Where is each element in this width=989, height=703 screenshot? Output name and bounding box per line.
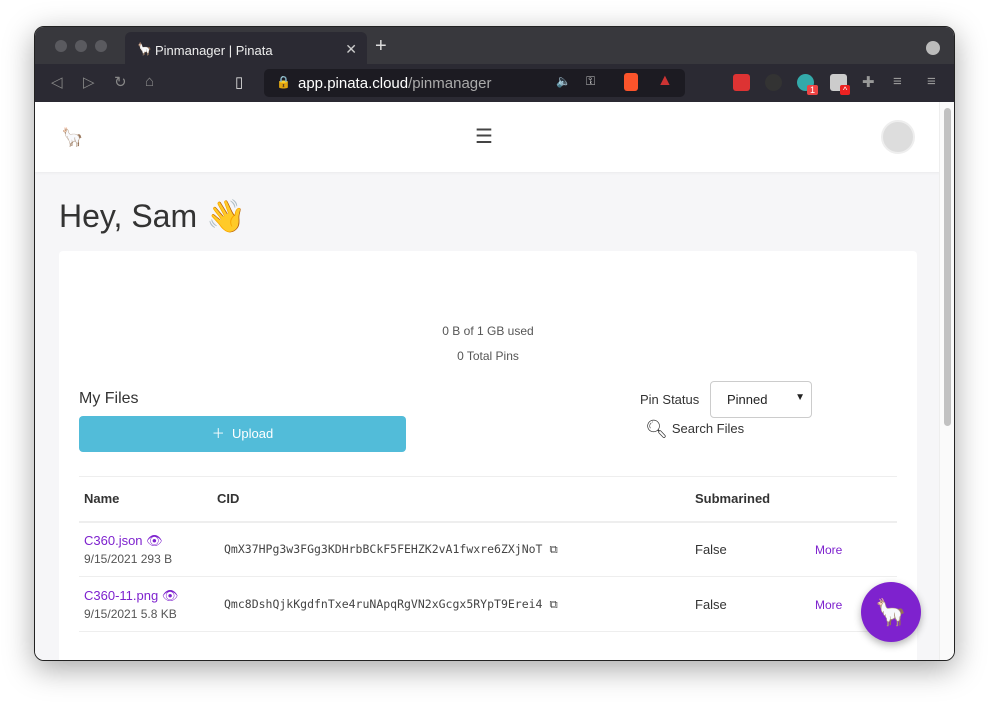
hamburger-menu-icon[interactable]: ☰ (475, 124, 493, 149)
brave-rewards-icon[interactable]: ▲ (657, 72, 673, 90)
close-window-button[interactable] (55, 40, 67, 52)
scrollbar-thumb[interactable] (944, 108, 951, 426)
more-button[interactable]: More (815, 598, 842, 612)
tab-pinmanager[interactable]: 🦙 Pinmanager | Pinata ✕ (125, 32, 367, 64)
pinata-help-button[interactable]: 🦙 (861, 582, 921, 642)
file-name-link[interactable]: C360-11.png (84, 588, 158, 603)
chevron-down-icon: ▼ (795, 392, 805, 403)
column-header-submarined: Submarined (690, 476, 810, 523)
search-label: Search Files (671, 420, 745, 436)
scrollbar[interactable] (939, 102, 954, 660)
mute-icon[interactable]: 🔈 (556, 74, 571, 88)
files-table: Name CID Submarined C360.json 👁 9/15/202… (79, 476, 897, 632)
extension-icon[interactable] (765, 74, 782, 91)
column-header-actions (810, 476, 897, 523)
llama-icon: 🦙 (874, 597, 908, 627)
page-title: Hey, Sam 👋 (59, 198, 246, 234)
search-icon: 🔍︎ (645, 419, 668, 439)
pin-status-label: Pin Status (640, 392, 700, 407)
file-name-link[interactable]: C360.json (84, 533, 143, 548)
minimize-window-button[interactable] (75, 40, 87, 52)
table-row: C360.json 👁 9/15/2021 293 B QmX37HPg3w3F… (79, 521, 897, 577)
close-tab-icon[interactable]: ✕ (345, 41, 357, 58)
column-header-name: Name (79, 476, 212, 523)
storage-usage: 0 B of 1 GB used (442, 324, 534, 338)
file-submarined: False (690, 576, 810, 632)
extension-badge: ^ (840, 85, 851, 95)
pin-status-select[interactable]: Pinned ▼ (710, 381, 812, 418)
browser-window: 🦙 Pinmanager | Pinata ✕ + ◁ ▷ ↻ ⌂ ▯ 🔒 ap… (34, 26, 955, 661)
extension-lastpass-icon[interactable] (733, 74, 750, 91)
pin-status-value: Pinned (727, 392, 768, 407)
total-pins: 0 Total Pins (457, 349, 519, 363)
tab-title: Pinmanager | Pinata (155, 43, 273, 58)
extensions-puzzle-icon[interactable]: ✚ (862, 73, 875, 91)
forward-icon[interactable]: ▷ (83, 73, 95, 91)
pinata-favicon-icon: 🦙 (137, 42, 152, 56)
back-icon[interactable]: ◁ (51, 73, 63, 91)
menu-icon[interactable]: ≡ (927, 73, 936, 90)
more-button[interactable]: More (815, 543, 842, 557)
files-card: 0 B of 1 GB used 0 Total Pins My Files ＋… (59, 251, 917, 660)
table-row: C360-11.png 👁 9/15/2021 5.8 KB Qmc8DshQj… (79, 576, 897, 632)
reload-icon[interactable]: ↻ (114, 73, 127, 91)
file-cid: QmX37HPg3w3FGg3KDHrbBCkF5FEHZK2vA1fwxre6… (224, 541, 543, 556)
maximize-window-button[interactable] (95, 40, 107, 52)
url-path: /pinmanager (408, 75, 492, 92)
page: 🦙 ☰ Hey, Sam 👋 0 B of 1 GB used 0 Total … (35, 102, 941, 660)
url-host: app.pinata.cloud (298, 75, 409, 92)
key-icon[interactable]: ⚿ (586, 74, 595, 89)
section-title: My Files (79, 390, 139, 407)
avatar[interactable] (881, 120, 915, 154)
upload-button[interactable]: ＋ Upload (79, 416, 406, 452)
tab-bar: 🦙 Pinmanager | Pinata ✕ + (35, 27, 954, 64)
plus-icon: ＋ (211, 426, 225, 441)
home-icon[interactable]: ⌂ (145, 73, 154, 90)
file-size: 5.8 KB (140, 606, 177, 621)
extension-badge: 1 (807, 85, 819, 95)
tab-list-dropdown-icon[interactable] (926, 41, 940, 55)
app-header: 🦙 ☰ (35, 102, 941, 172)
file-cid: Qmc8DshQjkKgdfnTxe4ruNApqRgVN2xGcgx5RYpT… (224, 596, 543, 611)
file-size: 293 B (140, 551, 173, 566)
playlist-icon[interactable]: ≡ (893, 73, 902, 90)
search-files-button[interactable]: 🔍︎ Search Files (645, 419, 744, 440)
copy-icon[interactable]: ⧉ (549, 542, 557, 556)
browser-toolbar: ◁ ▷ ↻ ⌂ ▯ 🔒 app.pinata.cloud/pinmanager … (35, 64, 954, 102)
file-date: 9/15/2021 (84, 551, 138, 566)
address-bar[interactable]: 🔒 app.pinata.cloud/pinmanager 🔈 ⚿ ▲ (264, 69, 685, 97)
file-submarined: False (690, 521, 810, 577)
file-date: 9/15/2021 (84, 606, 138, 621)
eye-icon[interactable]: 👁 (162, 588, 179, 603)
pinata-logo-icon[interactable]: 🦙 (61, 127, 83, 148)
eye-icon[interactable]: 👁 (146, 533, 163, 548)
bookmark-icon[interactable]: ▯ (235, 73, 243, 91)
column-header-cid: CID (212, 476, 690, 523)
new-tab-button[interactable]: + (375, 35, 387, 58)
brave-shields-icon[interactable] (624, 73, 638, 91)
upload-label: Upload (232, 426, 274, 441)
copy-icon[interactable]: ⧉ (549, 597, 557, 611)
lock-icon: 🔒 (276, 75, 291, 89)
